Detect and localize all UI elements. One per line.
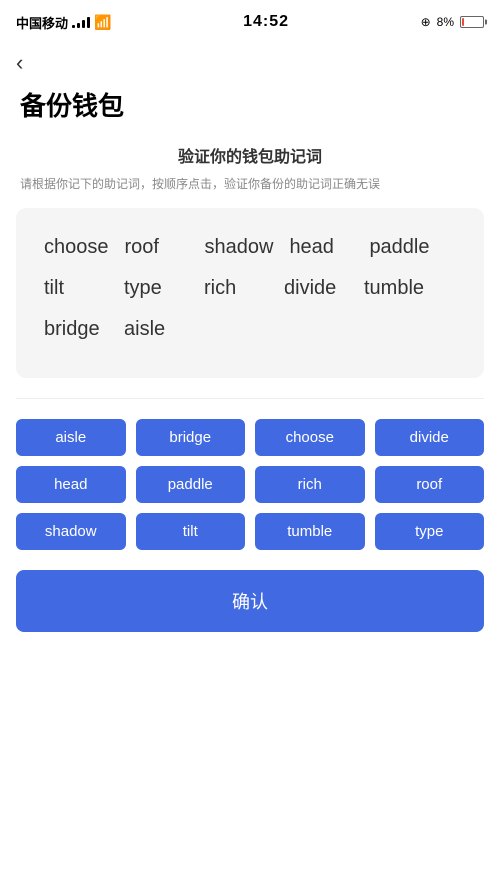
word-button[interactable]: rich	[255, 466, 365, 503]
word-buttons-area: aisle bridgechoose divide head paddlerichroo…	[0, 419, 500, 550]
word-button[interactable]: roof	[375, 466, 485, 503]
word-button[interactable]: head	[16, 466, 126, 503]
display-word: tumble	[356, 273, 436, 304]
page-title: 备份钱包	[0, 78, 500, 143]
display-word: choose	[36, 232, 117, 263]
section-title: 验证你的钱包助记词	[0, 143, 500, 167]
display-word: aisle	[116, 314, 196, 345]
back-button[interactable]: ‹	[16, 52, 23, 74]
word-button[interactable]: aisle	[16, 419, 126, 456]
display-word: divide	[276, 273, 356, 304]
confirm-button[interactable]: 确认	[16, 570, 484, 632]
status-right: ⊕ 8%	[421, 15, 484, 29]
word-button[interactable]: choose	[255, 419, 365, 456]
display-word: bridge	[36, 314, 116, 345]
display-word: rich	[196, 273, 276, 304]
section-desc: 请根据你记下的助记词，按顺序点击，验证你备份的助记词正确无误	[0, 175, 500, 194]
display-word: head	[281, 232, 361, 263]
word-display-area: chooseroofshadowheadpaddle tilttyperichdi…	[16, 208, 484, 378]
word-button[interactable]: tilt	[136, 513, 246, 550]
display-word: roof	[117, 232, 197, 263]
status-bar: 中国移动 📶 14:52 ⊕ 8%	[0, 0, 500, 44]
word-button[interactable]: tumble	[255, 513, 365, 550]
display-word: tilt	[36, 273, 116, 304]
nav-bar: ‹	[0, 44, 500, 78]
display-word: type	[116, 273, 196, 304]
confirm-btn-wrapper: 确认	[16, 570, 484, 632]
battery-label: ⊕	[421, 15, 431, 29]
word-button[interactable]: divide	[375, 419, 485, 456]
wifi-icon: 📶	[94, 14, 111, 31]
word-display-grid: chooseroofshadowheadpaddle tilttyperichdi…	[36, 232, 464, 345]
display-word: shadow	[197, 232, 282, 263]
status-time: 14:52	[243, 13, 289, 31]
battery-icon	[460, 16, 484, 28]
battery-percent: 8%	[437, 15, 454, 29]
word-button[interactable]: shadow	[16, 513, 126, 550]
word-button[interactable]: paddle	[136, 466, 246, 503]
divider	[16, 398, 484, 399]
carrier-label: 中国移动	[16, 13, 68, 32]
word-button[interactable]: bridge	[136, 419, 246, 456]
word-button[interactable]: type	[375, 513, 485, 550]
signal-icon	[72, 16, 90, 28]
display-word: paddle	[361, 232, 441, 263]
status-left: 中国移动 📶	[16, 13, 111, 32]
